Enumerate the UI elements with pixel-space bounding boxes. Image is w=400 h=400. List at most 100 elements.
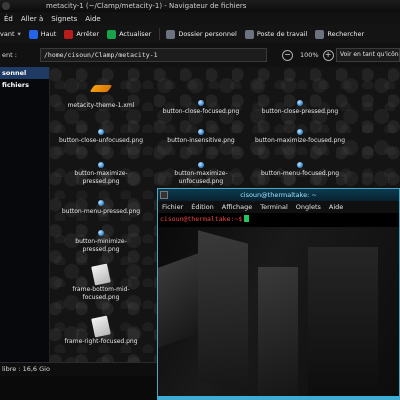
- file-name: button-maximize-unfocused.png: [174, 170, 228, 185]
- blue-orb-icon: [297, 100, 303, 106]
- prompt-text: cisoun@thermaltake:~$: [160, 215, 243, 223]
- terminal-menu-tabs[interactable]: Onglets: [296, 203, 321, 211]
- computer-icon: [244, 29, 254, 39]
- terminal-menu-terminal[interactable]: Terminal: [260, 203, 287, 211]
- file-name: button-menu-pressed.png: [61, 208, 141, 215]
- window-menu-icon[interactable]: [2, 2, 10, 10]
- file-name: metacity-theme-1.xml: [67, 102, 135, 109]
- blue-orb-icon: [98, 230, 104, 236]
- up-button[interactable]: Haut: [28, 26, 57, 42]
- menu-help[interactable]: Aide: [85, 15, 100, 23]
- terminal-menu-help[interactable]: Aide: [329, 203, 343, 211]
- search-icon: [315, 29, 325, 39]
- reload-icon: [107, 29, 117, 39]
- file-item[interactable]: button-maximize-unfocused.png: [151, 162, 251, 186]
- home-icon: [166, 29, 176, 39]
- file-item[interactable]: button-insensitive.png: [151, 129, 251, 145]
- file-manager-titlebar[interactable]: metacity-1 (~/Clamp/metacity-1) - Naviga…: [0, 0, 400, 12]
- sidebar-item-filesystem[interactable]: fichiers: [0, 79, 49, 91]
- building-shape: [308, 247, 378, 397]
- search-button[interactable]: Rechercher: [315, 26, 364, 42]
- back-label: vant: [0, 30, 15, 38]
- file-item[interactable]: button-menu-focused.png: [250, 162, 350, 178]
- file-item[interactable]: button-close-focused.png: [151, 100, 251, 116]
- terminal-menubar: Fichier Édition Affichage Terminal Ongle…: [158, 201, 399, 213]
- menu-go[interactable]: Aller à: [21, 15, 43, 23]
- file-name: button-menu-focused.png: [260, 170, 340, 177]
- terminal-cursor: [244, 215, 250, 222]
- back-button[interactable]: vant ▾: [0, 26, 21, 42]
- sidebar: sonnel fichiers: [0, 67, 50, 362]
- zoom-out-icon[interactable]: −: [282, 49, 293, 61]
- file-item[interactable]: metacity-theme-1.xml: [51, 85, 151, 110]
- file-item[interactable]: frame-bottom-mid-focused.png: [51, 263, 151, 302]
- stop-label: Arrêter: [76, 30, 100, 38]
- terminal-menu-file[interactable]: Fichier: [162, 203, 183, 211]
- blue-orb-icon: [198, 129, 204, 135]
- orange-shape-icon: [89, 85, 113, 92]
- terminal-prompt: cisoun@thermaltake:~$: [158, 213, 399, 225]
- file-item[interactable]: button-close-unfocused.png: [51, 129, 151, 145]
- blue-orb-icon: [297, 162, 303, 168]
- file-name: button-maximize-pressed.png: [74, 170, 128, 185]
- file-item[interactable]: button-close-pressed.png: [250, 100, 350, 116]
- location-bar: ent : /home/cisoun/Clamp/metacity-1 − 10…: [0, 45, 400, 65]
- file-item[interactable]: frame-right-focused.png: [51, 315, 151, 346]
- computer-label: Poste de travail: [256, 30, 308, 38]
- reload-button[interactable]: Actualiser: [107, 26, 151, 42]
- terminal-titlebar[interactable]: cisoun@thermaltake: ~: [158, 189, 399, 201]
- location-label: ent :: [2, 51, 17, 59]
- file-name: frame-right-focused.png: [64, 338, 138, 345]
- terminal-window: cisoun@thermaltake: ~ Fichier Édition Af…: [157, 188, 400, 400]
- terminal-title: cisoun@thermaltake: ~: [240, 191, 317, 199]
- zoom-in-icon[interactable]: +: [322, 49, 334, 61]
- stop-button[interactable]: Arrêter: [64, 26, 99, 42]
- page-icon: [91, 315, 111, 338]
- stop-icon: [64, 29, 74, 39]
- blue-orb-icon: [98, 162, 104, 168]
- zoom-level: 100%: [300, 51, 319, 59]
- toolbar-separator: [159, 28, 161, 40]
- file-item[interactable]: button-menu-pressed.png: [51, 200, 151, 216]
- up-arrow-icon: [28, 29, 38, 39]
- home-button[interactable]: Dossier personnel: [166, 26, 237, 42]
- file-name: button-minimize-pressed.png: [75, 238, 127, 253]
- terminal-bottom-border: [158, 396, 399, 399]
- menu-edit[interactable]: Éd: [4, 15, 13, 23]
- terminal-menu-view[interactable]: Affichage: [222, 203, 253, 211]
- menubar: Éd Aller à Signets Aide: [0, 12, 400, 25]
- toolbar: vant ▾ Haut Arrêter Actualiser Dossier p…: [0, 25, 400, 43]
- blue-orb-icon: [297, 129, 303, 135]
- building-shape: [258, 267, 298, 397]
- window-title: metacity-1 (~/Clamp/metacity-1) - Naviga…: [46, 2, 247, 10]
- blue-orb-icon: [198, 100, 204, 106]
- file-name: button-close-unfocused.png: [58, 137, 144, 144]
- file-name: button-close-pressed.png: [261, 108, 339, 115]
- chevron-down-icon[interactable]: ▾: [18, 30, 21, 38]
- file-item[interactable]: button-maximize-pressed.png: [51, 162, 151, 186]
- terminal-icon[interactable]: [160, 191, 168, 199]
- menu-bookmarks[interactable]: Signets: [51, 15, 77, 23]
- file-name: button-insensitive.png: [167, 137, 235, 144]
- building-shape: [198, 230, 248, 394]
- up-label: Haut: [40, 30, 57, 38]
- file-name: button-maximize-focused.png: [254, 137, 346, 144]
- view-as-select[interactable]: Voir en tant qu'icônes: [336, 48, 400, 62]
- blue-orb-icon: [198, 162, 204, 168]
- computer-button[interactable]: Poste de travail: [244, 26, 308, 42]
- blue-orb-icon: [98, 129, 104, 135]
- file-item[interactable]: button-minimize-pressed.png: [51, 230, 151, 254]
- page-icon: [91, 263, 111, 286]
- file-name: button-close-focused.png: [162, 108, 240, 115]
- blue-orb-icon: [98, 200, 104, 206]
- terminal-menu-edit[interactable]: Édition: [191, 203, 214, 211]
- search-label: Rechercher: [327, 30, 365, 38]
- home-label: Dossier personnel: [178, 30, 237, 38]
- reload-label: Actualiser: [119, 30, 152, 38]
- location-input[interactable]: /home/cisoun/Clamp/metacity-1: [40, 48, 267, 62]
- file-name: frame-bottom-mid-focused.png: [72, 286, 130, 301]
- file-item[interactable]: button-maximize-focused.png: [250, 129, 350, 145]
- terminal-background-image: [158, 227, 399, 399]
- sidebar-item-personal[interactable]: sonnel: [0, 67, 49, 79]
- terminal-body[interactable]: cisoun@thermaltake:~$: [158, 213, 399, 399]
